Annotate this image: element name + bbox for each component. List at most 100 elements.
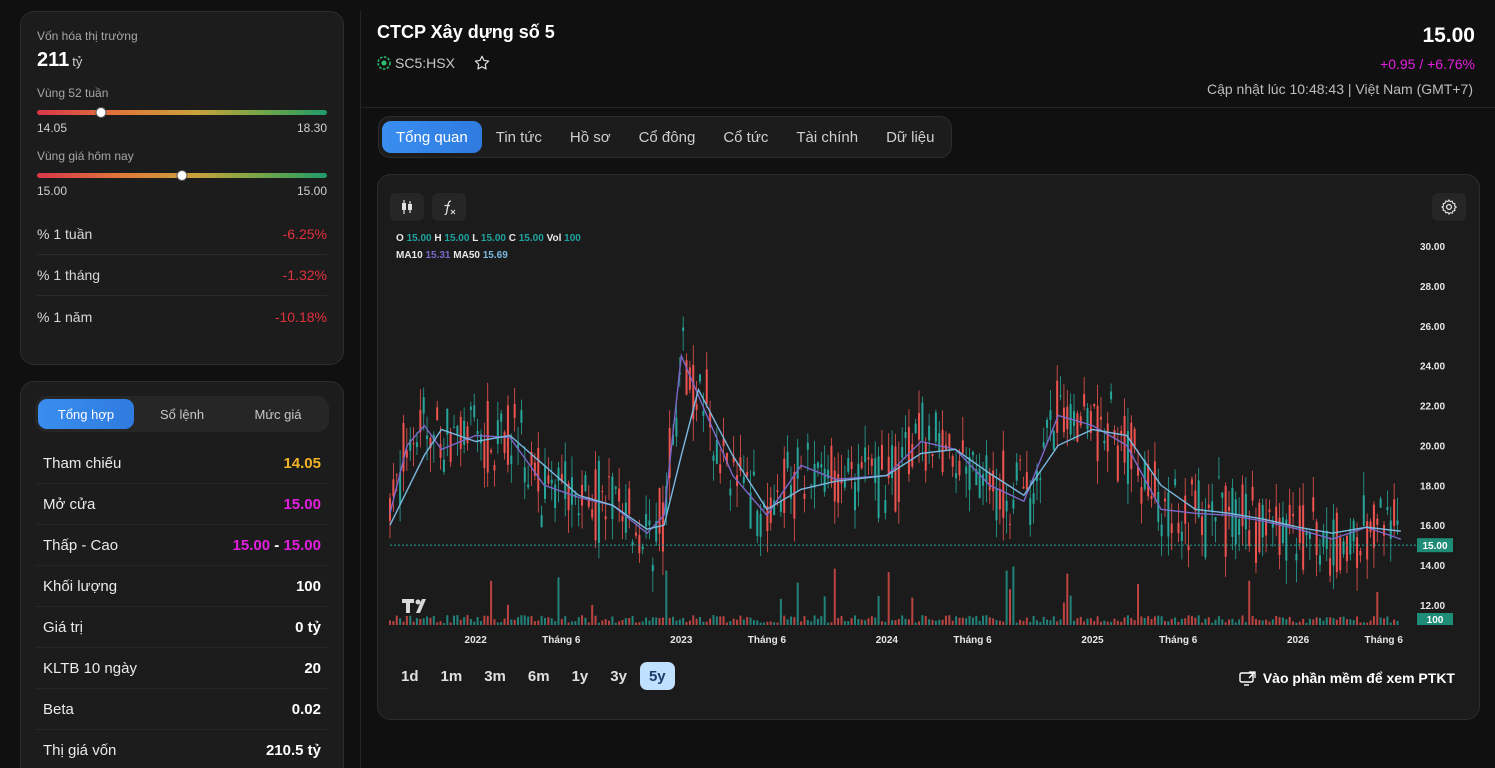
range-3y-button[interactable]: 3y <box>601 662 636 690</box>
y-tick-label: 22.00 <box>1420 402 1445 413</box>
candle-body <box>719 464 722 474</box>
candle-body <box>547 475 550 484</box>
volume-bar <box>1251 616 1254 625</box>
tab-muc-gia[interactable]: Mức giá <box>230 399 326 429</box>
volume-bar <box>503 618 506 625</box>
tab-tong-quan[interactable]: Tổng quan <box>382 121 482 153</box>
open-ta-software-link[interactable]: Vào phần mềm để xem PTKT <box>1239 670 1455 686</box>
candle-body <box>634 532 637 536</box>
volume-bar <box>1116 620 1119 625</box>
volume-bar <box>766 621 769 625</box>
volume-bar <box>756 620 759 625</box>
price-chart[interactable]: 30.00 28.00 26.00 24.00 22.00 20.00 18.00 16.00… <box>378 175 1479 645</box>
candle-body <box>1339 537 1342 571</box>
volume-bar <box>1089 618 1092 625</box>
volume-bar <box>958 617 961 625</box>
volume-bar <box>1211 622 1214 625</box>
candle-body <box>1325 530 1328 550</box>
x-tick-label: Tháng 6 <box>953 635 992 645</box>
candle-body <box>1386 507 1389 511</box>
volume-bar <box>554 621 557 625</box>
candle-body <box>1174 478 1177 486</box>
stat-low: 15.00 <box>232 536 271 554</box>
volume-bar <box>965 618 968 625</box>
stat-label: Thấp - Cao <box>43 536 119 554</box>
tab-co-tuc[interactable]: Cổ tức <box>709 121 782 153</box>
price-chart-card: O 15.00 H 15.00 L 15.00 C 15.00 Vol 100 … <box>377 174 1480 720</box>
volume-bar <box>631 616 634 625</box>
volume-bar <box>1170 619 1173 625</box>
candle-body <box>540 515 543 528</box>
range-1m-button[interactable]: 1m <box>432 662 472 690</box>
tab-tin-tuc[interactable]: Tin tức <box>482 121 556 153</box>
volume-bar <box>1254 618 1257 625</box>
range-5y-button[interactable]: 5y <box>639 662 675 690</box>
volume-bar <box>1012 566 1015 625</box>
range-52-week: Vùng 52 tuần 14.05 18.30 <box>37 86 327 135</box>
candle-body <box>776 490 779 493</box>
tab-ho-so[interactable]: Hồ sơ <box>556 121 625 153</box>
star-icon[interactable] <box>473 54 491 72</box>
tab-tai-chinh[interactable]: Tài chính <box>782 121 872 153</box>
tab-tong-hop[interactable]: Tổng hợp <box>38 399 134 429</box>
volume-bar <box>1194 617 1197 625</box>
range-3m-button[interactable]: 3m <box>475 662 515 690</box>
range-6m-button[interactable]: 6m <box>519 662 559 690</box>
range-today-label: Vùng giá hôm nay <box>37 149 134 163</box>
range-1y-button[interactable]: 1y <box>563 662 598 690</box>
volume-bar <box>934 620 937 625</box>
y-tick-label: 16.00 <box>1420 521 1445 532</box>
candle-body <box>948 434 951 449</box>
candle-body <box>1362 495 1365 526</box>
current-price: 15.00 <box>1422 24 1475 47</box>
candle-body <box>918 413 921 440</box>
candle-body <box>618 488 621 502</box>
candle-body <box>978 468 981 499</box>
candle-body <box>675 417 678 437</box>
volume-bar <box>907 619 910 625</box>
volume-bar <box>978 620 981 625</box>
time-range-buttons: 1d 1m 3m 6m 1y 3y 5y <box>392 662 679 690</box>
stat-high: 15.00 <box>283 536 321 554</box>
page: Vốn hóa thị trường 211 tỷ Vùng 52 tuần 14… <box>0 0 1495 768</box>
volume-bar <box>574 621 577 625</box>
candle-body <box>864 447 867 463</box>
candle-body <box>490 450 493 453</box>
candle-body <box>1322 532 1325 547</box>
tab-so-lenh[interactable]: Sổ lệnh <box>134 399 230 429</box>
ticker-row: SC5:HSX <box>377 54 491 72</box>
range-1d-button[interactable]: 1d <box>392 662 428 690</box>
volume-bar <box>1241 615 1244 625</box>
volume-bar <box>914 622 917 625</box>
volume-bar <box>1137 584 1140 625</box>
x-tick-label: Tháng 6 <box>542 635 581 645</box>
volume-bar <box>1329 617 1332 625</box>
candle-body <box>449 433 452 462</box>
volume-bar <box>429 617 432 625</box>
stat-row-low-high: Thấp - Cao 15.00 - 15.00 <box>35 525 329 566</box>
volume-bar <box>392 621 395 625</box>
volume-bar <box>904 618 907 625</box>
candle-body <box>601 491 604 493</box>
volume-bar <box>1062 602 1065 625</box>
y-tick-label: 24.00 <box>1420 362 1445 373</box>
volume-bar <box>1383 618 1386 625</box>
volume-bar <box>874 617 877 625</box>
candle-body <box>1268 509 1271 512</box>
candle-body <box>897 464 900 502</box>
candle-body <box>1022 486 1025 489</box>
volume-bar <box>453 615 456 625</box>
volume-bar <box>1221 619 1224 625</box>
volume-bar <box>1039 622 1042 625</box>
stat-row-open: Mở cửa 15.00 <box>35 484 329 525</box>
volume-bar <box>864 620 867 625</box>
range-today-marker <box>176 170 188 181</box>
candle-body <box>1342 541 1345 555</box>
tab-co-dong[interactable]: Cổ đông <box>625 121 710 153</box>
performance-value: -6.25% <box>282 226 327 242</box>
volume-bar <box>1359 622 1362 625</box>
volume-bar <box>992 618 995 625</box>
candle-body <box>1254 521 1257 564</box>
range-today-bar <box>37 170 327 181</box>
tab-du-lieu[interactable]: Dữ liệu <box>872 121 948 153</box>
